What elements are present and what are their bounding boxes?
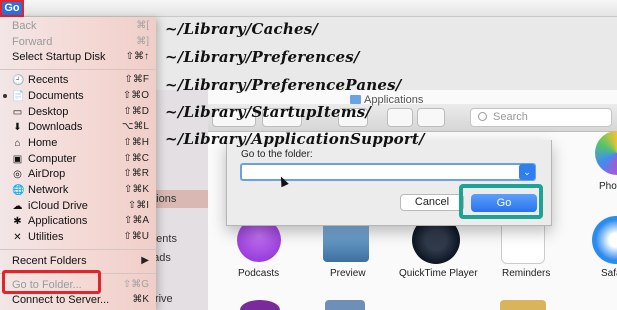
tag-button[interactable] [417, 108, 445, 127]
path-annotation: ~/Library/StartupItems/ [165, 103, 372, 121]
app-label-podcasts[interactable]: Podcasts [238, 268, 279, 279]
app-label-safari[interactable]: Safa [601, 268, 617, 279]
app-label-photos[interactable]: Phot [599, 181, 617, 192]
utilities-icon: ✕ [13, 232, 22, 243]
finder-search-input[interactable]: Search [470, 108, 612, 127]
menu-item-desktop[interactable]: ▭ Desktop ⇧⌘D [0, 104, 156, 120]
menu-item-applications[interactable]: ✱ Applications ⇧⌘A [0, 213, 156, 229]
checkmark-dot-icon [3, 94, 7, 98]
preview-icon[interactable] [323, 220, 369, 262]
menu-separator [0, 69, 156, 70]
app-icon-partial[interactable] [325, 300, 365, 310]
menu-item-home[interactable]: ⌂ Home ⇧⌘H [0, 135, 156, 151]
path-annotation: ~/Library/ApplicationSupport/ [165, 130, 425, 148]
icloud-icon: ☁ [12, 201, 23, 212]
menu-item-back[interactable]: Back ⌘[ [0, 18, 156, 34]
menu-item-select-startup-disk[interactable]: Select Startup Disk ⇧⌘↑ [0, 49, 156, 65]
menu-item-documents[interactable]: 📄 Documents ⇧⌘O [0, 88, 156, 104]
app-icon-partial[interactable] [500, 300, 546, 310]
desktop-icon: ▭ [12, 107, 23, 118]
menu-item-icloud-drive[interactable]: ☁ iCloud Drive ⇧⌘I [0, 198, 156, 214]
menu-item-airdrop[interactable]: ◎ AirDrop ⇧⌘R [0, 166, 156, 182]
menu-bar: Go [0, 0, 617, 17]
airdrop-icon: ◎ [13, 169, 22, 180]
chevron-down-icon[interactable]: ⌄ [519, 164, 535, 180]
search-placeholder: Search [493, 111, 528, 123]
menu-item-recent-folders[interactable]: Recent Folders ▶ [0, 253, 156, 269]
share-button[interactable] [387, 108, 413, 127]
go-menu-title[interactable]: Go [0, 0, 24, 17]
search-icon [478, 112, 487, 121]
menu-item-computer[interactable]: ▣ Computer ⇧⌘C [0, 151, 156, 167]
applications-icon: ✱ [13, 216, 22, 227]
recents-icon: 🕘 [12, 75, 25, 86]
menu-item-downloads[interactable]: ⬇ Downloads ⌥⌘L [0, 119, 156, 135]
menu-item-network[interactable]: 🌐 Network ⇧⌘K [0, 182, 156, 198]
home-icon: ⌂ [14, 138, 21, 149]
menu-item-connect-to-server[interactable]: Connect to Server... ⌘K [0, 292, 156, 308]
network-icon: 🌐 [12, 185, 25, 196]
menu-item-forward[interactable]: Forward ⌘] [0, 34, 156, 50]
go-menu: Back ⌘[ Forward ⌘] Select Startup Disk ⇧⌘↑ … [0, 17, 156, 310]
submenu-arrow-icon: ▶ [141, 255, 149, 266]
go-button-highlight [459, 184, 543, 219]
app-label-quicktime[interactable]: QuickTime Player [399, 268, 478, 279]
path-annotation: ~/Library/Preferences/ [165, 48, 360, 66]
cancel-button[interactable]: Cancel [400, 194, 464, 211]
downloads-icon: ⬇ [13, 122, 22, 133]
menu-separator [0, 249, 156, 250]
path-annotation: ~/Library/Caches/ [165, 20, 319, 38]
app-label-preview[interactable]: Preview [330, 268, 366, 279]
menu-item-recents[interactable]: 🕘 Recents ⇧⌘F [0, 72, 156, 88]
path-annotation: ~/Library/PreferencePanes/ [165, 76, 402, 94]
menu-item-utilities[interactable]: ✕ Utilities ⇧⌘U [0, 229, 156, 245]
go-to-folder-highlight [2, 270, 101, 294]
dialog-label: Go to the folder: [241, 149, 313, 160]
computer-icon: ▣ [12, 154, 23, 165]
app-label-reminders[interactable]: Reminders [502, 268, 550, 279]
documents-icon: 📄 [12, 91, 25, 102]
